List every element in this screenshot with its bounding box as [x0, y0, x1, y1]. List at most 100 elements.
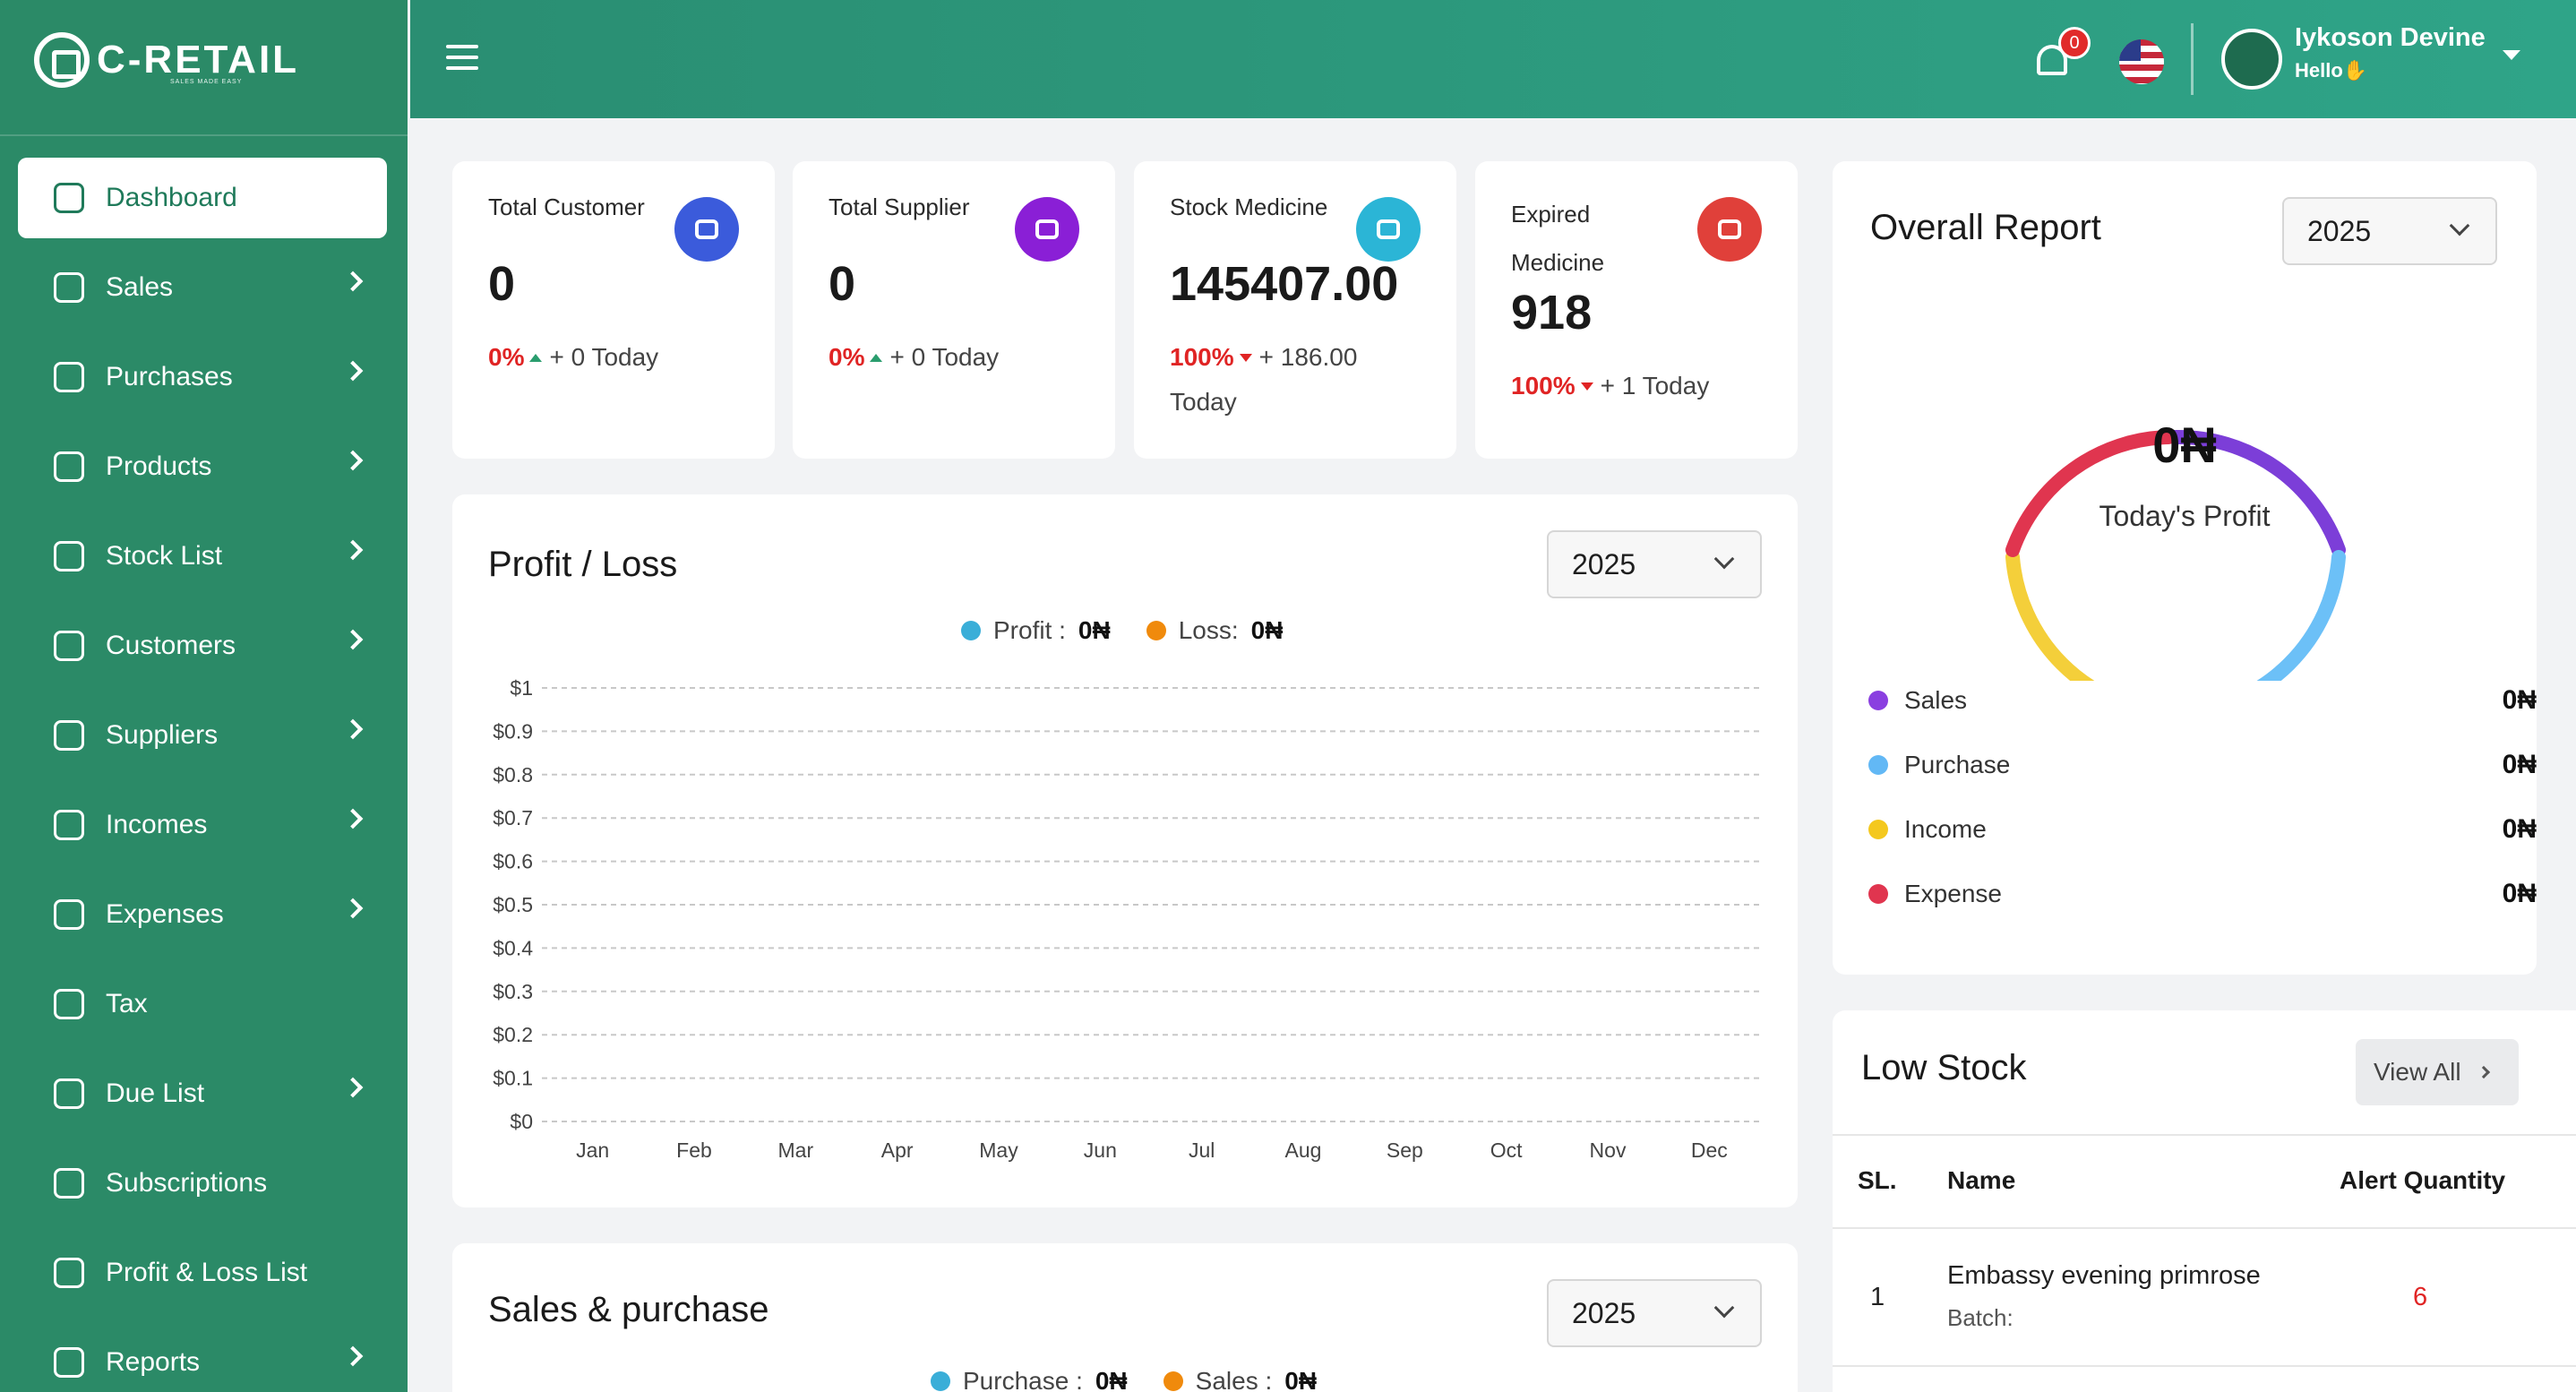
- x-tick-label: Dec: [1691, 1139, 1728, 1162]
- stat-delta: + 1 Today: [1600, 372, 1710, 400]
- overall-report-panel: Overall Report 2025 0₦ Today's Profit Sa…: [1833, 161, 2537, 975]
- y-tick-label: $0.7: [493, 806, 533, 829]
- x-tick-label: Jan: [576, 1139, 609, 1162]
- stat-title: Expired Medicine: [1511, 201, 1605, 276]
- sidebar-item-label: Sales: [106, 272, 174, 302]
- legend-item[interactable]: Sales : 0₦: [1163, 1367, 1317, 1392]
- supplier-icon: [54, 720, 84, 751]
- coins-icon: [54, 810, 84, 840]
- stat-value: 0: [829, 257, 856, 311]
- report-row-income: Income 0₦: [1868, 803, 2537, 856]
- trend-up-icon: [529, 354, 543, 362]
- x-tick-label: Jun: [1084, 1139, 1117, 1162]
- x-tick-label: Aug: [1285, 1139, 1322, 1162]
- user-menu-caret-icon[interactable]: [2503, 50, 2520, 60]
- sidebar-item-purchases[interactable]: Purchases: [18, 337, 387, 417]
- cart-logo-icon: [34, 32, 90, 88]
- trend-down-icon: [1580, 382, 1593, 391]
- box-icon: [54, 541, 84, 571]
- legend-dot: [931, 1371, 950, 1391]
- sidebar-item-label: Suppliers: [106, 720, 219, 750]
- report-row-expense: Expense 0₦: [1868, 867, 2537, 921]
- stat-delta: + 0 Today: [549, 343, 659, 371]
- sidebar-item-tax[interactable]: Tax: [18, 964, 387, 1044]
- x-tick-label: Feb: [676, 1139, 712, 1162]
- stat-footer: 0% + 0 Today: [829, 335, 999, 380]
- y-tick-label: $0.2: [493, 1023, 533, 1046]
- stat-card: Total Customer 0 0% + 0 Today: [452, 161, 775, 459]
- notification-bell-icon[interactable]: 0: [2031, 27, 2091, 84]
- sidebar-item-label: Customers: [106, 631, 236, 660]
- todays-profit-value: 0₦: [2152, 417, 2217, 473]
- report-row-label: Income: [1904, 815, 1987, 843]
- report-row-sales: Sales 0₦: [1868, 674, 2537, 727]
- sidebar-item-expenses[interactable]: Expenses: [18, 874, 387, 955]
- report-row-value: 0₦: [2502, 750, 2537, 779]
- report-row-value: 0₦: [2502, 685, 2537, 715]
- overall-report-title: Overall Report: [1870, 208, 2101, 247]
- profit-loss-chart: $0 $0.1 $0.2 $0.3 $0.4 $0.5 $0.6 $0.7 $0.8 $0.9 $1…: [493, 676, 1760, 1162]
- legend-dot: [1868, 884, 1888, 904]
- cart-icon: [54, 362, 84, 392]
- sidebar-item-label: Reports: [106, 1347, 201, 1377]
- y-tick-label: $0.1: [493, 1067, 533, 1090]
- sidebar-item-suppliers[interactable]: Suppliers: [18, 695, 387, 776]
- sidebar-item-products[interactable]: Products: [18, 426, 387, 507]
- stat-percent: 100%: [1511, 372, 1576, 400]
- user-name[interactable]: Iykoson Devine: [2295, 23, 2486, 53]
- chevron-right-icon: [342, 629, 364, 650]
- donut-segment-purchase: [2256, 550, 2346, 681]
- trend-up-icon: [870, 354, 883, 362]
- chevron-right-icon: [342, 1345, 364, 1367]
- legend-dot: [1868, 755, 1888, 775]
- overall-report-year-select[interactable]: 2025: [2282, 197, 2497, 265]
- sidebar-item-stock-list[interactable]: Stock List: [18, 516, 387, 597]
- report-row-purchase: Purchase 0₦: [1868, 738, 2537, 792]
- sales-purchase-year-select[interactable]: 2025: [1547, 1279, 1762, 1347]
- x-tick-label: May: [979, 1139, 1018, 1162]
- sidebar-item-dashboard[interactable]: Dashboard: [18, 158, 387, 238]
- x-tick-label: Nov: [1590, 1139, 1627, 1162]
- x-tick-label: Oct: [1490, 1139, 1523, 1162]
- sidebar-item-customers[interactable]: Customers: [18, 606, 387, 686]
- stat-delta: + 0 Today: [889, 343, 1000, 371]
- supplier-icon: [1015, 197, 1079, 262]
- view-all-button[interactable]: View All: [2356, 1039, 2519, 1105]
- x-tick-label: Sep: [1387, 1139, 1423, 1162]
- sidebar-item-subscriptions[interactable]: Subscriptions: [18, 1143, 387, 1224]
- report-row-value: 0₦: [2502, 814, 2537, 844]
- sales-purchase-panel: Sales & purchase 2025 Purchase :0₦ Sales …: [452, 1243, 1798, 1392]
- sidebar-item-incomes[interactable]: Incomes: [18, 785, 387, 865]
- stat-value: 0: [488, 257, 516, 311]
- y-tick-label: $0.3: [493, 980, 533, 1003]
- menu-toggle-icon[interactable]: [446, 45, 478, 72]
- chevron-right-icon: [342, 718, 364, 740]
- sidebar-item-sales[interactable]: Sales: [18, 247, 387, 328]
- chevron-right-icon: [2477, 1065, 2490, 1079]
- stat-percent: 0%: [488, 343, 525, 371]
- sidebar-item-profit-loss-list[interactable]: Profit & Loss List: [18, 1233, 387, 1313]
- table-divider: [1833, 1134, 2576, 1136]
- sidebar-item-label: Subscriptions: [106, 1168, 268, 1198]
- header-divider: [2191, 23, 2194, 95]
- sidebar-item-due-list[interactable]: Due List: [18, 1053, 387, 1134]
- us-flag-icon[interactable]: [2119, 39, 2164, 84]
- brand-logo[interactable]: C-RETAIL: [34, 32, 299, 88]
- clipboard-icon: [54, 1078, 84, 1109]
- sidebar-item-reports[interactable]: Reports: [18, 1322, 387, 1392]
- x-tick-label: Jul: [1189, 1139, 1215, 1162]
- stat-card: Stock Medicine 145407.00 100% + 186.00 Today: [1134, 161, 1456, 459]
- legend-dot: [1868, 820, 1888, 839]
- overall-report-donut: [2005, 429, 2346, 681]
- view-all-label: View All: [2374, 1058, 2461, 1086]
- low-stock-title: Low Stock: [1861, 1048, 2027, 1087]
- legend-item[interactable]: Purchase : 0₦: [931, 1367, 1128, 1392]
- stat-footer: 100% + 186.00 Today: [1170, 335, 1357, 425]
- user-avatar[interactable]: [2221, 29, 2282, 90]
- chart-icon: [54, 1258, 84, 1288]
- bottle-icon: [54, 451, 84, 482]
- wallet-icon: [54, 899, 84, 930]
- brand-name: C-RETAIL: [97, 38, 300, 82]
- chevron-right-icon: [342, 360, 364, 382]
- legend-dot: [1163, 1371, 1183, 1391]
